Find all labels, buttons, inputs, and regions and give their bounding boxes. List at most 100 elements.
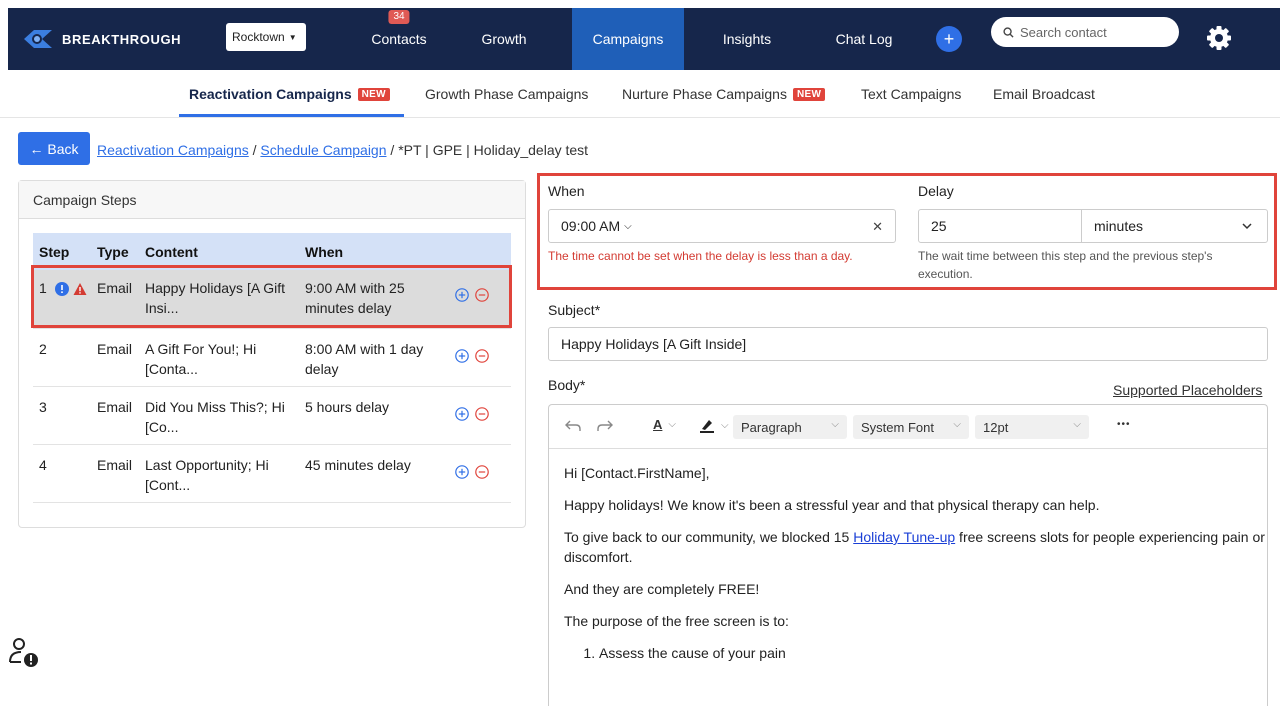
step-row-3[interactable]: 3 Email Did You Miss This?; Hi [Co... 5 … xyxy=(33,386,511,445)
time-error-message: The time cannot be set when the delay is… xyxy=(548,249,853,263)
tab-label: Email Broadcast xyxy=(993,86,1095,102)
tab-text-campaigns[interactable]: Text Campaigns xyxy=(861,86,961,102)
step-content: A Gift For You!; Hi [Conta... xyxy=(145,328,305,387)
breakthrough-logo-icon xyxy=(24,30,52,48)
brand-name: BREAKTHROUGH xyxy=(62,31,182,47)
search-input[interactable] xyxy=(1020,24,1160,40)
more-icon: ••• xyxy=(1117,419,1131,430)
chevron-down-icon: ⌵ xyxy=(831,419,839,430)
delay-value: 25 xyxy=(931,218,947,234)
nav-insights-label: Insights xyxy=(722,31,772,47)
step-number: 3 xyxy=(33,386,97,445)
font-size-select[interactable]: 12pt ⌵ xyxy=(975,415,1089,439)
step-when: 45 minutes delay xyxy=(305,444,455,503)
when-label: When xyxy=(548,183,585,199)
tab-growth-phase-campaigns[interactable]: Growth Phase Campaigns xyxy=(425,86,588,102)
active-tab-indicator xyxy=(179,114,404,117)
nav-campaigns[interactable]: Campaigns xyxy=(572,8,684,70)
text-color-label: A xyxy=(653,417,663,432)
plus-icon: + xyxy=(943,29,955,49)
body-editor[interactable]: A ⌵ ⌵ Paragraph ⌵ System Font ⌵ 12pt ⌵ •… xyxy=(548,404,1268,706)
location-select[interactable]: Rocktown ▼ xyxy=(226,23,306,51)
tab-email-broadcast[interactable]: Email Broadcast xyxy=(993,86,1095,102)
tab-label: Nurture Phase Campaigns xyxy=(622,86,787,102)
breadcrumb: Reactivation Campaigns / Schedule Campai… xyxy=(97,142,588,158)
subject-label: Subject* xyxy=(548,302,601,318)
holiday-tune-up-link[interactable]: Holiday Tune-up xyxy=(853,529,955,545)
step-when: 8:00 AM with 1 day delay xyxy=(305,328,455,387)
search-icon xyxy=(1003,26,1014,38)
body-label: Body* xyxy=(548,377,586,393)
delay-unit-select[interactable]: minutes xyxy=(1081,209,1268,243)
nav-contacts[interactable]: 34 Contacts xyxy=(356,8,442,70)
body-text: To give back to our community, we blocke… xyxy=(564,529,854,545)
campaign-steps-panel: Campaign Steps Step Type Content When 1 xyxy=(18,180,526,528)
editor-content[interactable]: Hi [Contact.FirstName], Happy holidays! … xyxy=(549,449,1267,663)
nav-chat-log[interactable]: Chat Log xyxy=(826,8,902,70)
user-alert-icon[interactable] xyxy=(7,635,41,669)
list-item: Assess the cause of your pain xyxy=(599,643,1267,663)
chevron-down-icon: ⌵ xyxy=(721,419,729,431)
redo-icon[interactable] xyxy=(597,419,613,433)
delay-value-input[interactable]: 25 xyxy=(918,209,1082,243)
subject-value: Happy Holidays [A Gift Inside] xyxy=(561,336,747,352)
breadcrumb-current: *PT | GPE | Holiday_delay test xyxy=(398,142,589,158)
search-box[interactable] xyxy=(991,17,1179,47)
back-button[interactable]: ← Back xyxy=(18,132,90,165)
nav-growth[interactable]: Growth xyxy=(472,8,536,70)
step-content: Did You Miss This?; Hi [Co... xyxy=(145,386,305,445)
font-family-value: System Font xyxy=(861,419,934,435)
highlight-button[interactable]: ⌵ xyxy=(699,417,729,433)
block-format-value: Paragraph xyxy=(741,419,802,435)
selected-step-highlight xyxy=(31,265,512,328)
step-row-4[interactable]: 4 Email Last Opportunity; Hi [Cont... 45… xyxy=(33,444,511,503)
campaign-subtabs: Reactivation Campaigns NEW Growth Phase … xyxy=(0,70,1280,118)
tab-reactivation-campaigns[interactable]: Reactivation Campaigns NEW xyxy=(189,86,390,102)
body-paragraph: To give back to our community, we blocke… xyxy=(564,527,1267,567)
campaign-steps-title: Campaign Steps xyxy=(19,181,525,219)
chevron-down-icon: ⌵ xyxy=(1073,419,1081,430)
nav-campaigns-label: Campaigns xyxy=(592,31,664,47)
nav-contacts-label: Contacts xyxy=(371,31,427,47)
subject-input[interactable]: Happy Holidays [A Gift Inside] xyxy=(548,327,1268,361)
chevron-down-icon xyxy=(1242,223,1252,230)
delay-unit-value: minutes xyxy=(1094,218,1144,234)
editor-toolbar: A ⌵ ⌵ Paragraph ⌵ System Font ⌵ 12pt ⌵ •… xyxy=(549,405,1267,449)
body-paragraph: And they are completely FREE! xyxy=(564,581,760,597)
time-picker[interactable]: 09:00 AM ⌵ ✕ xyxy=(548,209,896,243)
step-row-2[interactable]: 2 Email A Gift For You!; Hi [Conta... 8:… xyxy=(33,328,511,387)
remove-step-icon[interactable] xyxy=(475,464,489,479)
chevron-down-icon: ⌵ xyxy=(953,419,961,430)
undo-icon[interactable] xyxy=(565,419,581,433)
font-family-select[interactable]: System Font ⌵ xyxy=(853,415,969,439)
nav-insights[interactable]: Insights xyxy=(714,8,780,70)
text-color-button[interactable]: A ⌵ xyxy=(653,417,676,432)
body-list: Assess the cause of your pain xyxy=(564,643,1267,663)
gear-icon[interactable] xyxy=(1204,23,1234,53)
add-step-icon[interactable] xyxy=(455,464,469,479)
add-button[interactable]: + xyxy=(936,26,962,52)
breadcrumb-reactivation-link[interactable]: Reactivation Campaigns xyxy=(97,142,249,158)
highlighter-icon xyxy=(700,420,714,433)
tab-label: Reactivation Campaigns xyxy=(189,86,352,102)
add-step-icon[interactable] xyxy=(455,348,469,363)
font-size-value: 12pt xyxy=(983,419,1009,435)
time-value: 09:00 AM xyxy=(561,218,621,234)
top-nav: BREAKTHROUGH Rocktown ▼ 34 Contacts Grow… xyxy=(8,8,1280,70)
more-options-button[interactable]: ••• xyxy=(1117,419,1131,430)
chevron-down-icon: ⌵ xyxy=(624,220,632,232)
tab-nurture-phase-campaigns[interactable]: Nurture Phase Campaigns NEW xyxy=(622,86,826,102)
step-content: Last Opportunity; Hi [Cont... xyxy=(145,444,305,503)
new-badge: NEW xyxy=(792,87,826,101)
delay-label: Delay xyxy=(918,183,954,199)
add-step-icon[interactable] xyxy=(455,406,469,421)
clear-icon[interactable]: ✕ xyxy=(872,219,883,235)
step-when: 5 hours delay xyxy=(305,386,455,445)
breadcrumb-schedule-link[interactable]: Schedule Campaign xyxy=(260,142,386,158)
supported-placeholders-link[interactable]: Supported Placeholders xyxy=(1113,382,1262,398)
remove-step-icon[interactable] xyxy=(475,406,489,421)
tab-label: Growth Phase Campaigns xyxy=(425,86,589,102)
brand-logo[interactable]: BREAKTHROUGH xyxy=(20,25,181,53)
block-format-select[interactable]: Paragraph ⌵ xyxy=(733,415,847,439)
remove-step-icon[interactable] xyxy=(475,348,489,363)
